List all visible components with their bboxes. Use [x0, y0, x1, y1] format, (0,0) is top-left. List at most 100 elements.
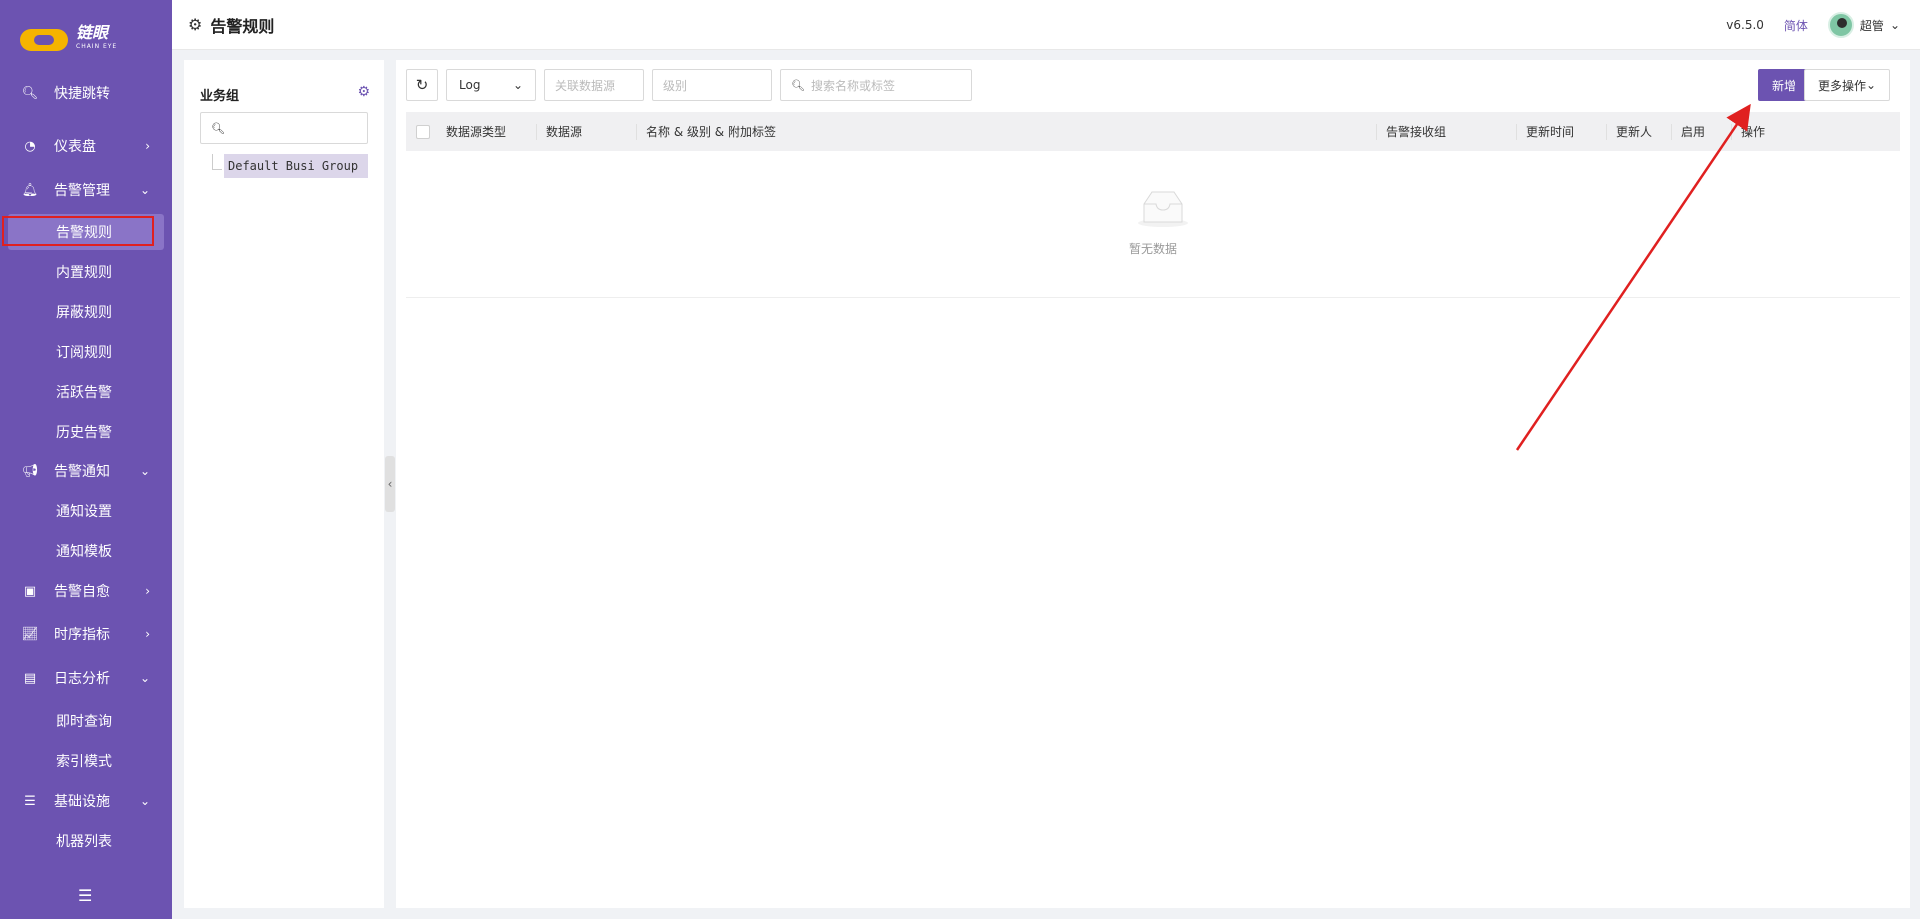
chevron-right-icon: › — [145, 584, 150, 598]
chevron-right-icon: › — [145, 139, 150, 153]
sidebar-item-label: 订阅规则 — [56, 345, 112, 361]
column-header: 数据源类型 — [446, 125, 507, 139]
rules-panel: ↻ Log ⌄ 关联数据源 级别 🔍︎ 搜索名称或标签 新增 更多操作 ⌄ 数据… — [396, 60, 1910, 908]
empty-text: 暂无数据 — [1128, 242, 1177, 256]
chevron-down-icon: ⌄ — [512, 78, 523, 92]
sidebar-sub-item[interactable]: 通知设置 — [0, 493, 172, 529]
sidebar-sub-item[interactable]: 即时查询 — [0, 703, 172, 739]
brand-sub: CHAIN EYE — [76, 43, 118, 50]
level-select[interactable]: 级别 — [652, 69, 772, 101]
chevron-down-icon: ⌄ — [139, 183, 150, 197]
sidebar-item-label: 即时查询 — [56, 714, 112, 730]
chevron-down-icon: ⌄ — [1865, 78, 1877, 92]
toolbar: ↻ Log ⌄ 关联数据源 级别 🔍︎ 搜索名称或标签 — [406, 69, 972, 101]
chevron-down-icon: ⌄ — [139, 794, 150, 808]
sidebar-group[interactable]: ▣ 告警自愈 › — [0, 571, 172, 611]
server-icon: ☰ — [24, 793, 36, 809]
more-actions-button[interactable]: 更多操作 ⌄ — [1804, 69, 1890, 101]
search-icon: 🔍︎ — [21, 85, 39, 101]
tree-line — [212, 154, 222, 170]
refresh-button[interactable]: ↻ — [406, 69, 438, 101]
sidebar-item-label: 告警通知 — [54, 464, 110, 480]
column-header: 数据源 — [546, 125, 583, 139]
sidebar-sub-item[interactable]: 历史告警 — [0, 414, 172, 450]
alarm-icon: 🔔︎ — [21, 182, 39, 198]
menu-collapse-icon[interactable]: ☰ — [78, 886, 92, 905]
sidebar-item-label: 通知模板 — [56, 544, 112, 560]
sidebar-sub-item[interactable]: 索引模式 — [0, 743, 172, 779]
search-icon: 🔍︎ — [791, 78, 805, 92]
column-header: 启用 — [1681, 125, 1706, 139]
sidebar-item-label: 机器列表 — [56, 834, 112, 850]
business-group-title: 业务组 — [200, 89, 240, 104]
column-header: 更新时间 — [1526, 125, 1575, 139]
sidebar-sub-item[interactable]: 订阅规则 — [0, 334, 172, 370]
language-switch[interactable]: 简体 — [1784, 17, 1808, 34]
table-empty-state: 暂无数据 — [406, 152, 1900, 298]
sidebar-item-label: 索引模式 — [56, 754, 112, 770]
sidebar-sub-item[interactable]: 机器列表 — [0, 823, 172, 859]
chevron-down-icon: ⌄ — [1889, 18, 1900, 32]
sidebar-group[interactable]: 📢︎ 告警通知 ⌄ — [0, 451, 172, 491]
header: ⚙ 告警规则 v6.5.0 简体 超管 ⌄ — [172, 0, 1920, 50]
sidebar-item-label: 历史告警 — [56, 425, 112, 441]
log-icon: ▤ — [23, 670, 37, 686]
search-icon: 🔍︎ — [211, 121, 225, 135]
sidebar-item-label: 告警管理 — [54, 183, 110, 199]
chevron-down-icon: ⌄ — [139, 671, 150, 685]
add-button[interactable]: 新增 — [1758, 69, 1810, 101]
sidebar-group[interactable]: ☰ 基础设施 ⌄ — [0, 781, 172, 821]
user-menu[interactable]: 超管 ⌄ — [1827, 12, 1900, 38]
sidebar: 链眼 CHAIN EYE 🔍︎ 快捷跳转 ◔ 仪表盘 › 🔔︎ 告警管理 ⌄ 告警规则内置规则屏… — [0, 0, 172, 919]
rule-search-input[interactable]: 🔍︎ 搜索名称或标签 — [780, 69, 972, 101]
sidebar-sub-item[interactable]: 活跃告警 — [0, 374, 172, 410]
sidebar-group[interactable]: ▤ 日志分析 ⌄ — [0, 658, 172, 698]
sidebar-item-label: 告警自愈 — [54, 584, 110, 600]
sidebar-item-label: 内置规则 — [56, 265, 112, 281]
sidebar-item[interactable]: 🔍︎ 快捷跳转 — [0, 73, 172, 113]
sidebar-sub-item[interactable]: 告警规则 — [2, 214, 164, 250]
megaphone-icon: 📢︎ — [21, 463, 39, 479]
sidebar-item-label: 活跃告警 — [56, 385, 112, 401]
tree-node-default-busi-group[interactable]: Default Busi Group — [224, 154, 368, 178]
gear-icon: ⚙ — [188, 15, 203, 34]
select-all-checkbox[interactable] — [416, 124, 430, 139]
sidebar-item-label: 屏蔽规则 — [56, 305, 112, 321]
panel-splitter[interactable]: ‹ — [385, 456, 395, 512]
logo: 链眼 CHAIN EYE — [0, 0, 172, 80]
column-header: 更新人 — [1616, 125, 1653, 139]
terminal-icon: ▣ — [23, 583, 37, 599]
highlight-box — [2, 216, 154, 246]
sidebar-item-label: 时序指标 — [54, 627, 110, 643]
chevron-down-icon: ⌄ — [139, 464, 150, 478]
business-group-search-input[interactable]: 🔍︎ — [200, 112, 368, 144]
line-chart-icon: 📈︎ — [21, 626, 39, 642]
logo-icon — [20, 29, 68, 51]
refresh-icon: ↻ — [415, 76, 429, 94]
datasource-select[interactable]: 关联数据源 — [544, 69, 644, 101]
sidebar-item-label: 日志分析 — [54, 671, 110, 687]
sidebar-sub-item[interactable]: 屏蔽规则 — [0, 294, 172, 330]
sidebar-item-label: 通知设置 — [56, 504, 112, 520]
column-header: 操作 — [1741, 125, 1766, 139]
sidebar-item-label: 基础设施 — [54, 794, 110, 810]
sidebar-item-label: 快捷跳转 — [54, 86, 110, 102]
business-group-panel: 业务组 ⚙ 🔍︎ Default Busi Group — [184, 60, 384, 908]
sidebar-group[interactable]: 📈︎ 时序指标 › — [0, 614, 172, 654]
page-title: 告警规则 — [210, 16, 275, 36]
sidebar-group[interactable]: 🔔︎ 告警管理 ⌄ — [0, 170, 172, 210]
settings-icon[interactable]: ⚙ — [357, 84, 370, 100]
chevron-right-icon: › — [145, 627, 150, 641]
sidebar-group[interactable]: ◔ 仪表盘 › — [0, 126, 172, 166]
empty-inbox-icon — [1138, 191, 1188, 227]
column-header: 名称 & 级别 & 附加标签 — [646, 125, 776, 139]
chevron-left-icon: ‹ — [387, 477, 393, 491]
table-header: 数据源类型 数据源 名称 & 级别 & 附加标签 告警接收组 更新时间 更新人 … — [406, 112, 1900, 151]
datasource-type-select[interactable]: Log ⌄ — [446, 69, 536, 101]
sidebar-sub-item[interactable]: 内置规则 — [0, 254, 172, 290]
sidebar-sub-item[interactable]: 通知模板 — [0, 533, 172, 569]
sidebar-item-label: 仪表盘 — [54, 139, 96, 155]
avatar[interactable] — [1827, 12, 1854, 38]
dashboard-icon: ◔ — [24, 138, 36, 154]
version-label: v6.5.0 — [1726, 18, 1764, 32]
